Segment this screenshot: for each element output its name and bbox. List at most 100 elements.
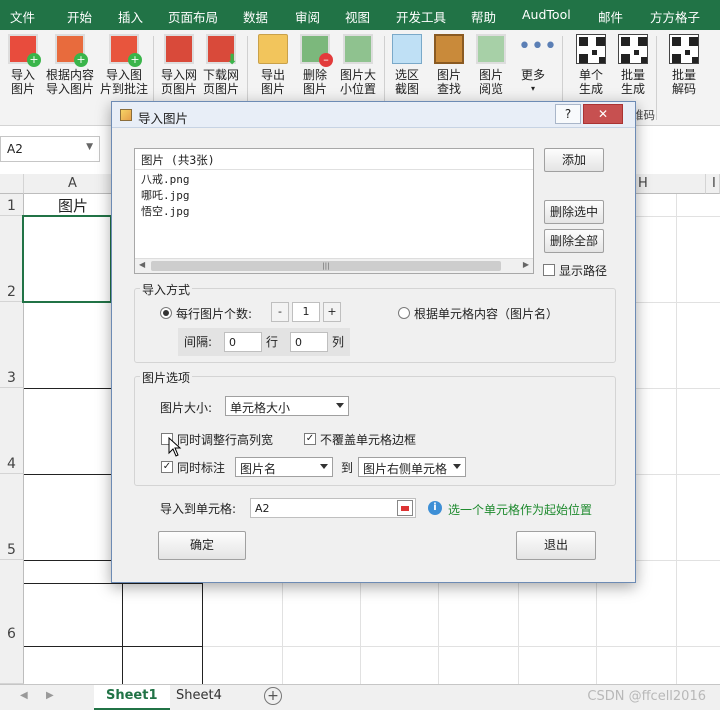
by-content-label: 根据单元格内容（图片名） — [414, 307, 559, 321]
selected-cell-a2[interactable] — [22, 215, 112, 303]
import-image-icon: + — [8, 34, 41, 67]
image-view-button[interactable]: 图片 阅览 — [470, 34, 512, 96]
no-cover-border-checkbox[interactable]: ✓ — [304, 433, 316, 445]
menu-review[interactable]: 审阅 — [295, 7, 320, 26]
import-mode-label: 导入方式 — [140, 281, 193, 298]
annotate-to-label: 到 — [341, 461, 354, 475]
qr-batch-button[interactable]: 批量 生成 — [612, 34, 654, 96]
tab-sheet4[interactable]: Sheet4 — [164, 685, 234, 710]
target-cell-input[interactable]: A2 — [250, 498, 416, 518]
list-item[interactable]: 悟空.jpg — [135, 204, 533, 220]
menu-home[interactable]: 开始 — [67, 7, 92, 26]
horizontal-scrollbar[interactable]: ◀ ||| ▶ — [135, 258, 533, 273]
adjust-row-col-label: 同时调整行高列宽 — [177, 433, 274, 447]
cell-a1[interactable]: 图片 — [24, 195, 122, 216]
image-size-select[interactable]: 单元格大小 — [225, 396, 349, 416]
delete-all-button[interactable]: 删除全部 — [544, 229, 604, 253]
delete-image-button[interactable]: – 删除 图片 — [294, 34, 336, 96]
name-box[interactable]: A2 ▼ — [0, 136, 100, 162]
chevron-down-icon — [453, 464, 461, 469]
menu-fangfang[interactable]: 方方格子 — [650, 7, 700, 26]
menu-file[interactable]: 文件 — [10, 7, 35, 26]
menu-help[interactable]: 帮助 — [471, 7, 496, 26]
range-picker-icon[interactable] — [397, 500, 413, 516]
per-row-input[interactable]: 1 — [292, 302, 320, 322]
ok-button[interactable]: 确定 — [158, 531, 246, 560]
scroll-left-arrow-icon[interactable]: ◀ — [139, 260, 145, 269]
row-header-6[interactable]: 6 — [0, 560, 24, 684]
scroll-right-arrow-icon[interactable]: ▶ — [523, 260, 529, 269]
sheet-tab-bar: ◀ ▶ Sheet1 Sheet4 + CSDN @ffcell2016 — [0, 684, 720, 710]
delete-selected-button[interactable]: 删除选中 — [544, 200, 604, 224]
qr-decode-button[interactable]: 批量 解码 — [663, 34, 705, 96]
image-list[interactable]: 图片 (共3张) 八戒.png 哪吒.jpg 悟空.jpg ◀ ||| ▶ — [134, 148, 534, 274]
per-row-radio[interactable] — [160, 307, 172, 319]
list-item[interactable]: 哪吒.jpg — [135, 188, 533, 204]
mouse-pointer-icon — [168, 437, 182, 457]
menu-page-layout[interactable]: 页面布局 — [168, 7, 218, 26]
annotate-label: 同时标注 — [177, 461, 226, 475]
column-header-i[interactable]: I — [706, 174, 720, 194]
column-header-a[interactable]: A — [24, 174, 122, 194]
menu-data[interactable]: 数据 — [243, 7, 268, 26]
row-header-5[interactable]: 5 — [0, 474, 24, 560]
image-size-position-icon — [343, 34, 373, 64]
annotate-source-select[interactable]: 图片名 — [235, 457, 333, 477]
close-button[interactable]: ✕ — [583, 104, 623, 124]
scroll-right-icon[interactable]: ▶ — [46, 690, 54, 701]
per-row-increment[interactable]: + — [323, 302, 341, 322]
export-image-button[interactable]: 导出 图片 — [252, 34, 294, 96]
show-path-checkbox[interactable] — [543, 264, 555, 276]
image-to-comment-button[interactable]: + 导入图 片到批注 — [100, 34, 148, 96]
image-find-button[interactable]: 图片 查找 — [428, 34, 470, 96]
selection-screenshot-icon — [392, 34, 422, 64]
download-web-image-button[interactable]: ⬇ 下载网 页图片 — [200, 34, 242, 96]
excel-window: 文件 开始 插入 页面布局 数据 审阅 视图 开发工具 帮助 AudTool 邮… — [0, 0, 720, 710]
download-web-image-icon: ⬇ — [206, 34, 238, 67]
list-item[interactable]: 八戒.png — [135, 172, 533, 188]
annotate-target-select[interactable]: 图片右侧单元格 — [358, 457, 466, 477]
qr-decode-icon — [669, 34, 699, 64]
select-all-corner[interactable] — [0, 174, 24, 194]
row-spacing-input[interactable]: 0 — [224, 332, 262, 352]
col-spacing-input[interactable]: 0 — [290, 332, 328, 352]
dialog-titlebar[interactable]: 导入图片 ? ✕ — [112, 102, 635, 128]
import-web-image-button[interactable]: 导入网 页图片 — [158, 34, 200, 96]
import-image-button[interactable]: + 导入 图片 — [2, 34, 44, 96]
qr-single-button[interactable]: 单个 生成 — [570, 34, 612, 96]
row-header-2[interactable]: 2 — [0, 216, 24, 302]
menu-mail[interactable]: 邮件 — [598, 7, 623, 26]
help-button[interactable]: ? — [555, 104, 581, 124]
menu-developer[interactable]: 开发工具 — [396, 7, 446, 26]
info-icon: i — [428, 501, 442, 515]
image-list-header: 图片 (共3张) — [135, 149, 533, 170]
by-content-radio[interactable] — [398, 307, 410, 319]
add-sheet-icon[interactable]: + — [264, 687, 282, 705]
watermark: CSDN @ffcell2016 — [587, 689, 706, 704]
exit-button[interactable]: 退出 — [516, 531, 596, 560]
menu-insert[interactable]: 插入 — [118, 7, 143, 26]
delete-image-icon: – — [300, 34, 333, 67]
column-header-h[interactable]: H — [636, 174, 706, 194]
spacing-label: 间隔: — [184, 335, 213, 349]
add-button[interactable]: 添加 — [544, 148, 604, 172]
row-unit-label: 行 — [266, 335, 279, 349]
per-row-label: 每行图片个数: — [176, 307, 253, 321]
menu-view[interactable]: 视图 — [345, 7, 370, 26]
image-size-position-button[interactable]: 图片大 小位置 — [336, 34, 380, 96]
per-row-decrement[interactable]: - — [271, 302, 289, 322]
menu-audtool[interactable]: AudTool — [522, 7, 571, 22]
image-size-label: 图片大小: — [160, 401, 213, 415]
image-view-icon — [476, 34, 506, 64]
selection-screenshot-button[interactable]: 选区 截图 — [386, 34, 428, 96]
row-header-3[interactable]: 3 — [0, 302, 24, 388]
target-cell-label: 导入到单元格: — [160, 502, 237, 516]
scroll-left-icon[interactable]: ◀ — [20, 690, 28, 701]
tab-sheet1[interactable]: Sheet1 — [94, 685, 170, 710]
annotate-checkbox[interactable]: ✓ — [161, 461, 173, 473]
row-header-4[interactable]: 4 — [0, 388, 24, 474]
row-header-1[interactable]: 1 — [0, 194, 24, 216]
more-button[interactable]: ••• 更多 ▾ — [512, 34, 557, 96]
import-by-content-button[interactable]: + 根据内容 导入图片 — [44, 34, 96, 96]
scrollbar-thumb[interactable]: ||| — [151, 261, 501, 271]
